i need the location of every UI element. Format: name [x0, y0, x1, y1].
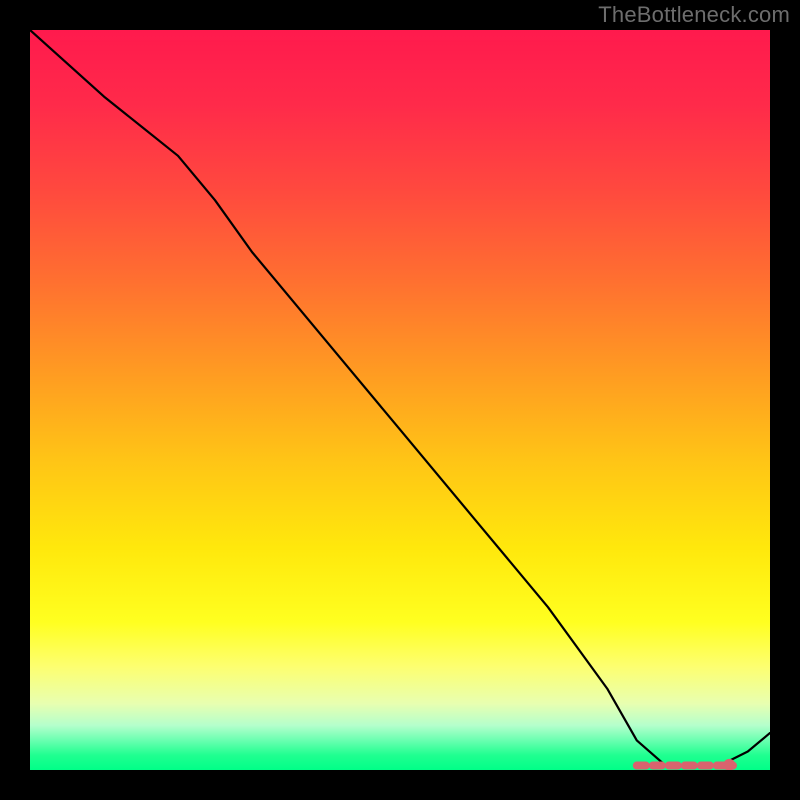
plot-area — [30, 30, 770, 770]
watermark-label: TheBottleneck.com — [598, 2, 790, 28]
chart-container: TheBottleneck.com — [0, 0, 800, 800]
bottleneck-curve-path — [30, 30, 770, 766]
line-overlay — [30, 30, 770, 770]
optimal-point-marker — [723, 759, 735, 770]
